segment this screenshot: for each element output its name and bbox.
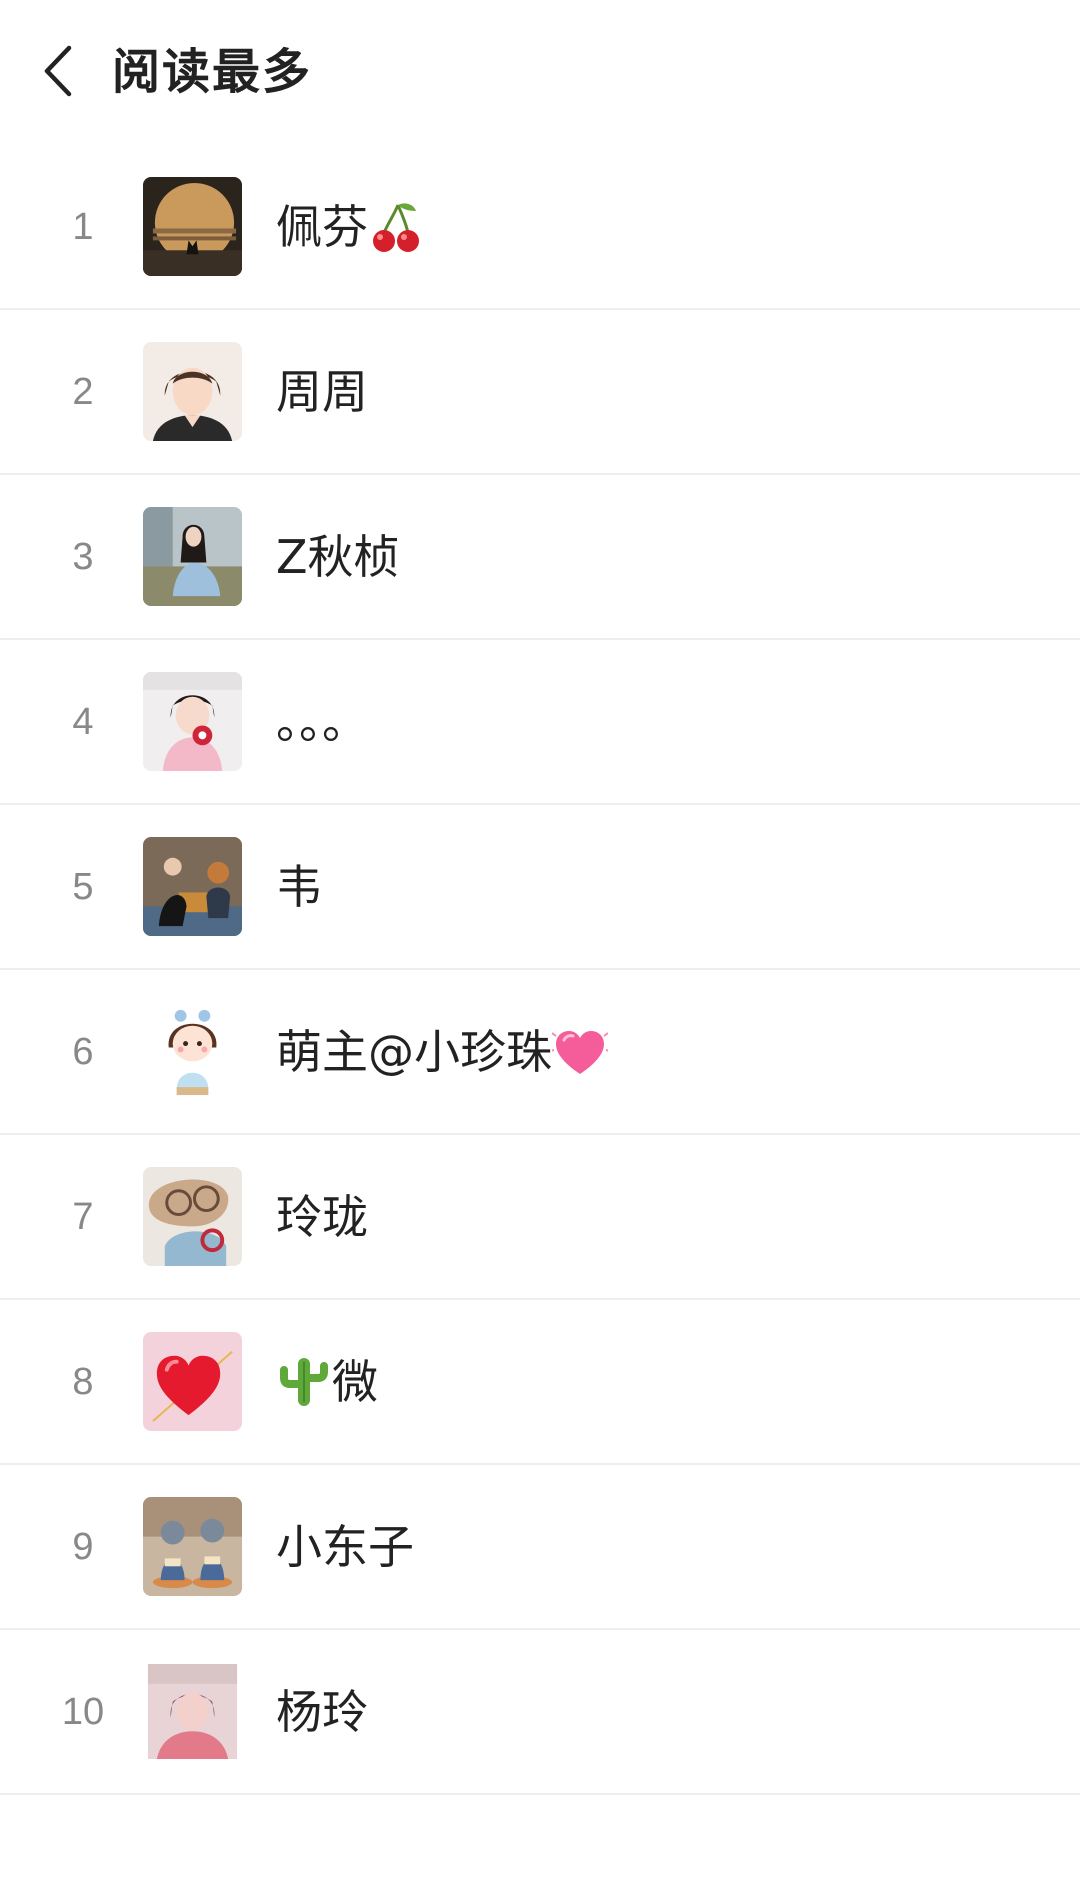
list-item[interactable]: 6 萌主@小珍珠 [0,970,1080,1135]
sunset-silhouette-avatar [143,177,242,276]
woman-portrait-avatar [143,342,242,441]
user-name[interactable]: 玲珑 [276,1135,368,1300]
cartoon-girl-avatar [143,1002,242,1101]
pink-heart-icon [552,1024,608,1080]
avatar[interactable] [143,672,242,771]
avatar[interactable] [143,1497,242,1596]
child-photo-avatar [143,672,242,771]
user-name[interactable]: Z秋桢 [276,475,400,640]
avatar[interactable] [143,1332,242,1431]
ranking-list: 1 佩芬 2 周周 3 Z秋桢 4 。。。 5 韦 6 萌主@小珍珠 7 玲珑 … [0,145,1080,1795]
cactus-icon [276,1354,332,1410]
list-item[interactable]: 8 微 [0,1300,1080,1465]
group-photo-avatar [143,837,242,936]
list-item[interactable]: 9 小东子 [0,1465,1080,1630]
rank-number: 3 [72,536,94,578]
rank-number: 8 [72,1361,94,1403]
rank-number: 9 [72,1526,94,1568]
pink-portrait-avatar [143,1662,242,1761]
list-item[interactable]: 10 杨玲 [0,1630,1080,1795]
chevron-left-icon [44,45,72,97]
rank-number: 2 [72,371,94,413]
page-title: 阅读最多 [112,44,313,100]
avatar[interactable] [143,1167,242,1266]
user-name[interactable]: 韦 [276,805,322,970]
cartoon-glasses-avatar [143,1167,242,1266]
list-item[interactable]: 5 韦 [0,805,1080,970]
red-heart-avatar [143,1332,242,1431]
avatar[interactable] [143,177,242,276]
rank-number: 4 [72,701,94,743]
rank-number: 6 [72,1031,94,1073]
rank-number: 1 [72,206,94,248]
rank-number: 10 [61,1691,105,1733]
list-item[interactable]: 4 。。。 [0,640,1080,805]
user-name[interactable]: 佩芬 [276,145,424,310]
avatar[interactable] [143,1002,242,1101]
user-name[interactable]: 。。。 [276,640,368,805]
user-name[interactable]: 杨玲 [276,1630,368,1795]
user-name[interactable]: 微 [276,1300,378,1465]
cherry-icon [368,199,424,255]
rank-number: 5 [72,866,94,908]
back-button[interactable] [28,36,88,106]
user-name[interactable]: 萌主@小珍珠 [276,970,608,1135]
woman-outdoor-avatar [143,507,242,606]
list-item[interactable]: 2 周周 [0,310,1080,475]
list-item[interactable]: 7 玲珑 [0,1135,1080,1300]
user-name[interactable]: 周周 [276,310,368,475]
avatar[interactable] [143,1662,242,1761]
avatar[interactable] [143,342,242,441]
figurines-avatar [143,1497,242,1596]
list-item[interactable]: 3 Z秋桢 [0,475,1080,640]
avatar[interactable] [143,837,242,936]
user-name[interactable]: 小东子 [276,1465,414,1630]
avatar[interactable] [143,507,242,606]
rank-number: 7 [72,1196,94,1238]
list-item[interactable]: 1 佩芬 [0,145,1080,310]
top-bar: 阅读最多 [0,0,1080,150]
